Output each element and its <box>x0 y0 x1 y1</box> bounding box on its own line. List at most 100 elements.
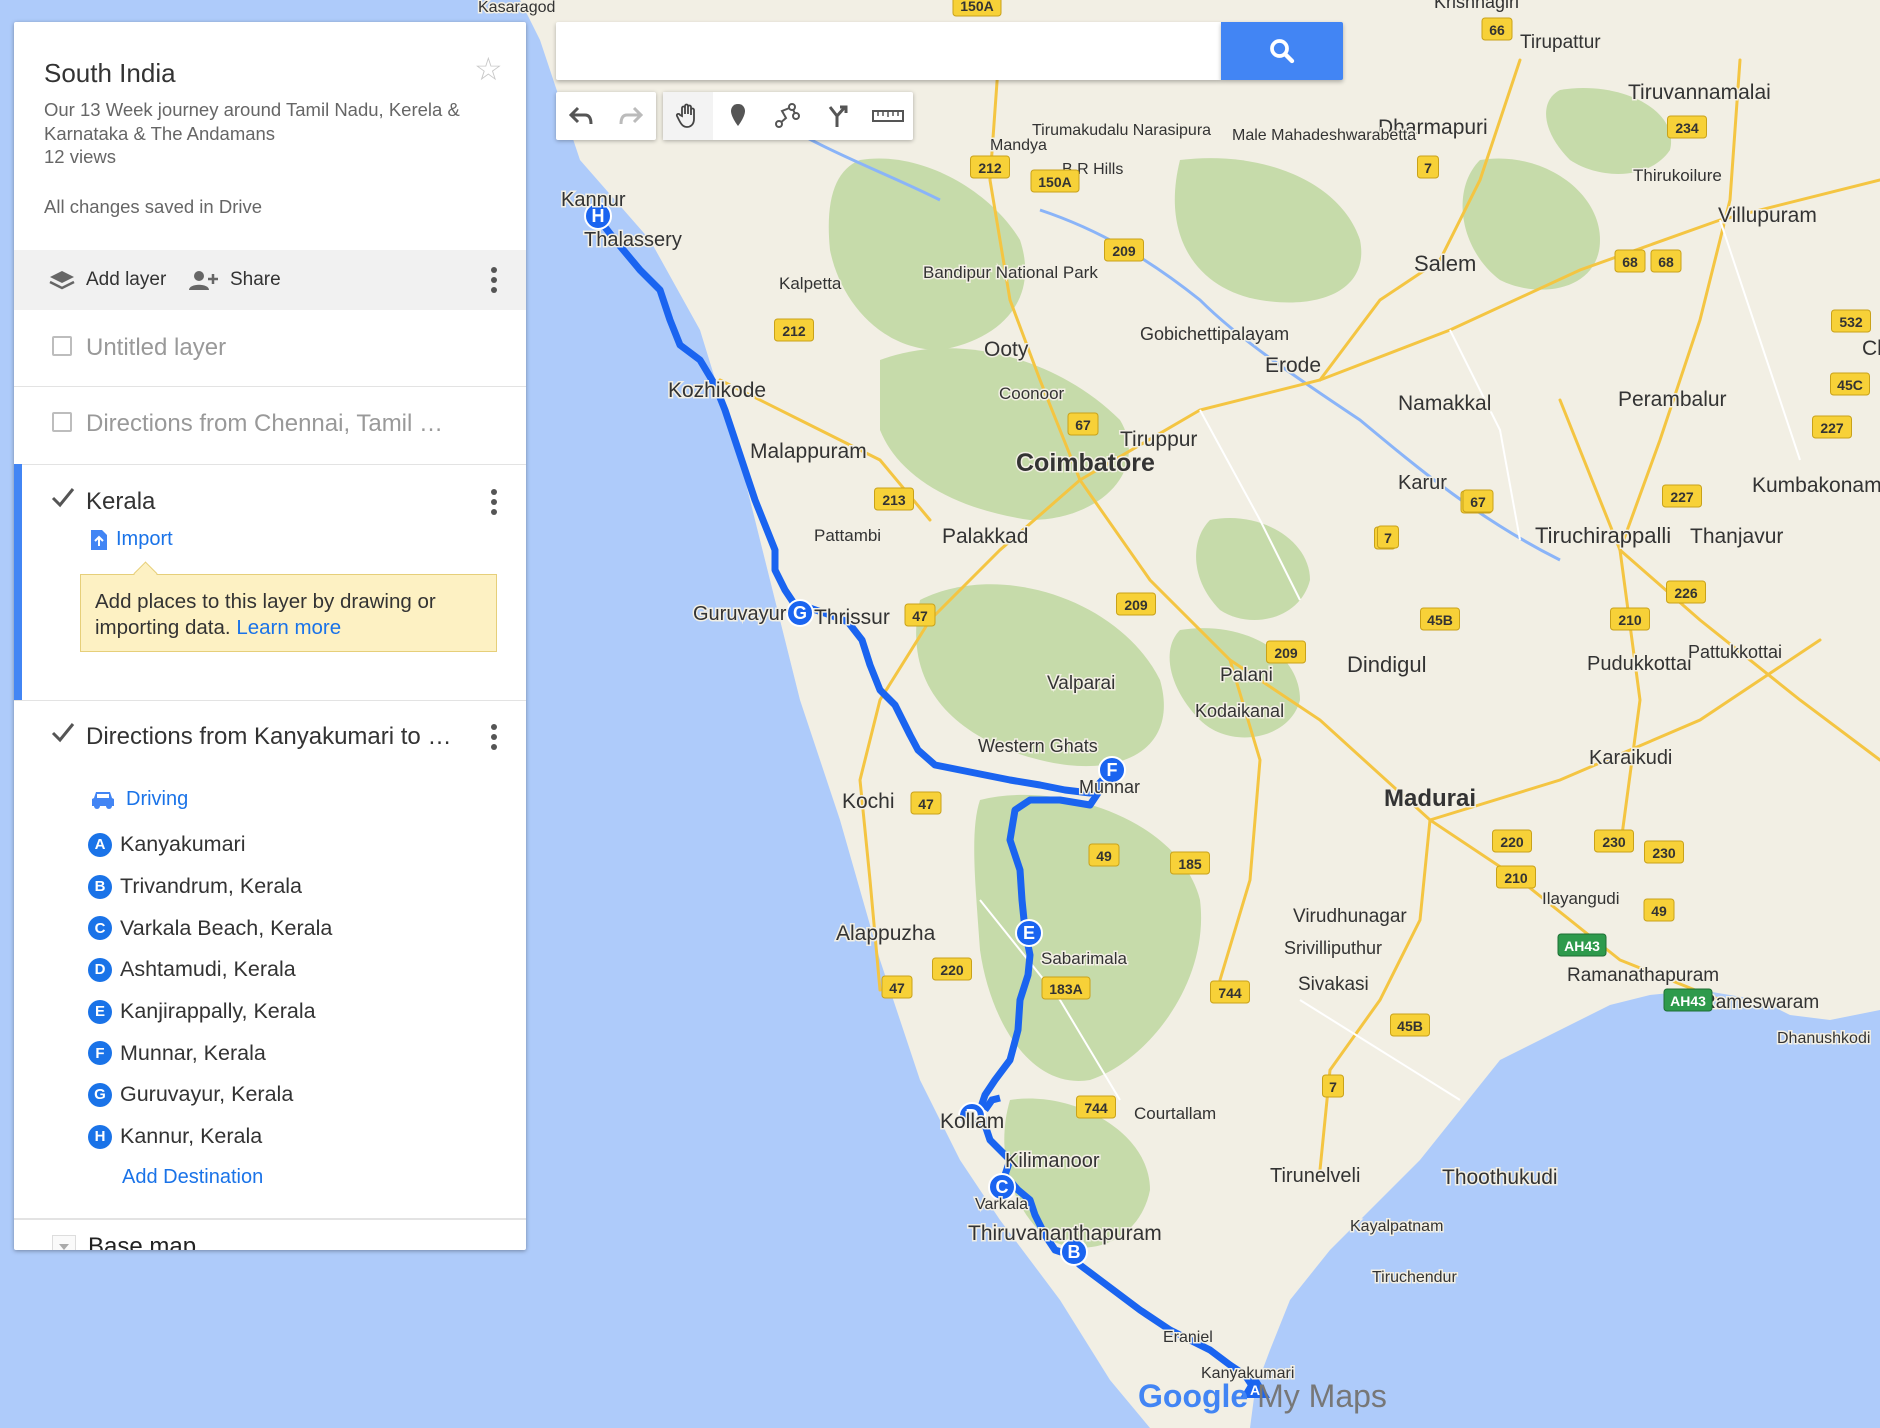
place-label: Palakkad <box>942 525 1028 548</box>
route-stop[interactable]: E Kanjirappally, Kerala <box>88 991 508 1033</box>
layer-checkbox[interactable] <box>51 723 75 745</box>
highway-shield: AH43 <box>1663 988 1713 1012</box>
share-button[interactable]: Share <box>188 250 281 310</box>
place-label: Virudhunagar <box>1293 906 1407 927</box>
route-stop[interactable]: H Kannur, Kerala <box>88 1116 508 1158</box>
layer-untitled[interactable]: Untitled layer <box>14 310 526 387</box>
place-label: Kozhikode <box>668 379 766 402</box>
view-count: 12 views <box>44 146 116 167</box>
base-map-section[interactable]: Base map <box>14 1218 526 1250</box>
directions-icon <box>828 105 848 127</box>
place-label: Sivakasi <box>1298 974 1369 995</box>
place-label: Guruvayur <box>693 603 787 625</box>
pan-tool[interactable] <box>663 92 713 140</box>
highway-shield: 47 <box>910 791 942 815</box>
highway-shield: 47 <box>904 603 936 627</box>
draw-line-icon <box>775 103 800 128</box>
google-my-maps-logo: Google My Maps <box>1138 1378 1387 1415</box>
learn-more-link[interactable]: Learn more <box>236 616 341 639</box>
highway-shield: 210 <box>1610 607 1650 631</box>
layer-options-icon[interactable] <box>480 719 508 755</box>
shield-label: 744 <box>1218 985 1242 1001</box>
map-description[interactable]: Our 13 Week journey around Tamil Nadu, K… <box>44 98 494 146</box>
route-stop[interactable]: A Kanyakumari <box>88 824 508 866</box>
layer-directions-chennai[interactable]: Directions from Chennai, Tamil … <box>14 386 526 465</box>
highway-shield: 7 <box>1322 1074 1344 1098</box>
history-tools <box>556 92 656 140</box>
draw-line-tool[interactable] <box>763 92 813 140</box>
layer-name[interactable]: Directions from Chennai, Tamil … <box>86 410 443 438</box>
layer-checkbox[interactable] <box>51 488 75 510</box>
stop-name: Varkala Beach, Kerala <box>120 915 333 940</box>
highway-shield: 150A <box>952 0 1002 17</box>
add-marker-tool[interactable] <box>713 92 763 140</box>
travel-mode[interactable]: Driving <box>90 788 188 811</box>
undo-button[interactable] <box>556 92 606 140</box>
stop-letter: C <box>88 916 112 941</box>
place-label: Male Mahadeshwarabetta <box>1232 127 1416 144</box>
map-options-icon[interactable] <box>480 262 508 298</box>
map-marker-e[interactable]: E <box>1015 919 1043 947</box>
stop-letter: A <box>88 832 112 857</box>
place-label: Tiruchirappalli <box>1535 523 1671 548</box>
stop-letter: H <box>88 1124 112 1149</box>
add-layer-button[interactable]: Add layer <box>48 250 166 310</box>
shield-label: AH43 <box>1564 938 1600 954</box>
search-button[interactable] <box>1221 22 1343 80</box>
highway-shield: 220 <box>1492 829 1532 853</box>
highway-shield: 7 <box>1417 155 1439 179</box>
highway-shield: 7 <box>1377 525 1399 549</box>
highway-shield: 210 <box>1496 865 1536 889</box>
map-title[interactable]: South India <box>44 58 176 89</box>
place-label: Krishnagiri <box>1434 0 1519 12</box>
layer-checkbox[interactable] <box>52 412 72 432</box>
highway-shield: 744 <box>1210 980 1250 1004</box>
route-stop[interactable]: C Varkala Beach, Kerala <box>88 907 508 949</box>
highway-shield: 45C <box>1830 372 1870 396</box>
shield-label: 47 <box>912 608 928 624</box>
layer-options-icon[interactable] <box>480 484 508 520</box>
highway-shield: 67 <box>1462 489 1494 513</box>
highway-shield: 532 <box>1831 309 1871 333</box>
highway-shield: 66 <box>1481 17 1513 41</box>
place-label: Kumbakonam <box>1752 474 1880 497</box>
place-label: Valparai <box>1047 673 1115 694</box>
highway-shield: 209 <box>1116 592 1156 616</box>
route-stop[interactable]: B Trivandrum, Kerala <box>88 866 508 908</box>
search-input[interactable] <box>556 22 1221 80</box>
shield-label: 68 <box>1622 254 1638 270</box>
place-label: Erode <box>1265 354 1321 377</box>
route-stop[interactable]: D Ashtamudi, Kerala <box>88 949 508 991</box>
route-stops: A Kanyakumari B Trivandrum, Kerala C Varkal… <box>88 824 508 1158</box>
expand-icon[interactable] <box>52 1235 76 1250</box>
import-label: Import <box>116 528 173 550</box>
layer-name[interactable]: Kerala <box>86 488 155 516</box>
highway-shield: 209 <box>1266 640 1306 664</box>
highway-shield: 49 <box>1643 898 1675 922</box>
place-label: Tiruvannamalai <box>1628 81 1771 104</box>
place-label: Tirumakudalu Narasipura <box>1032 122 1211 139</box>
route-stop[interactable]: G Guruvayur, Kerala <box>88 1074 508 1116</box>
share-label: Share <box>230 269 281 290</box>
add-destination-link[interactable]: Add Destination <box>122 1166 263 1189</box>
layer-checkbox[interactable] <box>52 336 72 356</box>
highway-shield: 49 <box>1088 843 1120 867</box>
place-label: Courtallam <box>1134 1104 1216 1123</box>
redo-button[interactable] <box>606 92 656 140</box>
shield-label: 212 <box>782 323 806 339</box>
layer-name[interactable]: Untitled layer <box>86 334 226 362</box>
import-link[interactable]: Import <box>90 528 173 551</box>
directions-tool[interactable] <box>813 92 863 140</box>
highway-shield: 230 <box>1594 829 1634 853</box>
measure-tool[interactable] <box>863 92 913 140</box>
place-label: Karur <box>1398 472 1447 494</box>
place-label: Namakkal <box>1398 392 1491 415</box>
travel-mode-label: Driving <box>126 788 189 810</box>
layer-name[interactable]: Directions from Kanyakumari to … <box>86 723 451 751</box>
shield-label: 226 <box>1674 585 1698 601</box>
star-icon[interactable]: ☆ <box>474 50 503 88</box>
place-label: Gobichettipalayam <box>1140 324 1289 344</box>
map-marker-g[interactable]: G <box>786 599 814 627</box>
place-label: Malappuram <box>750 440 867 463</box>
route-stop[interactable]: F Munnar, Kerala <box>88 1032 508 1074</box>
